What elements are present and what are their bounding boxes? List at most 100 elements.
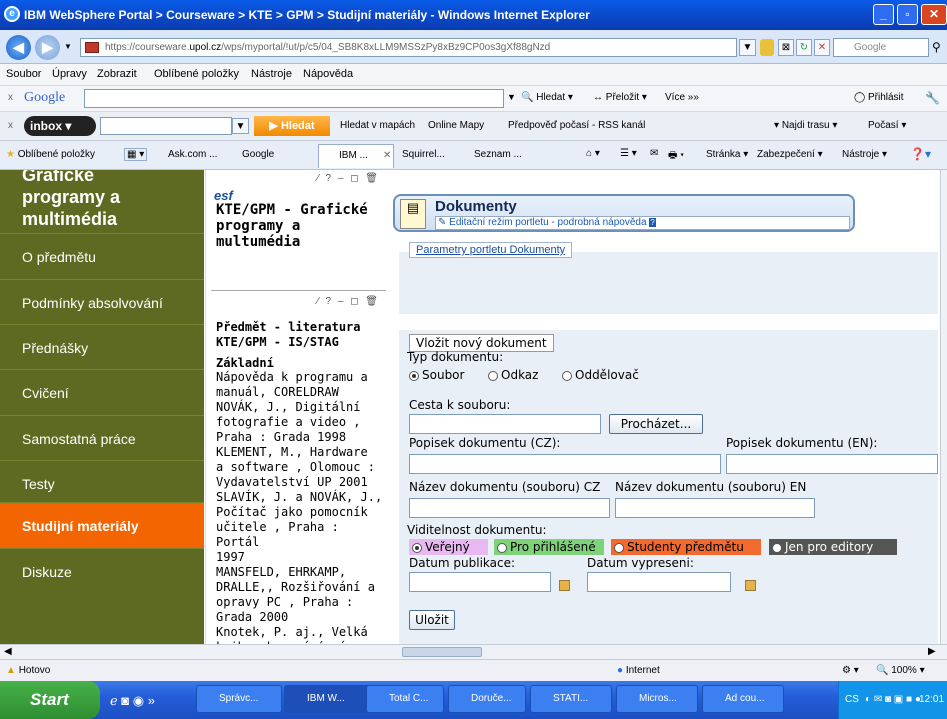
address-dropdown-icon[interactable]: ▼ — [739, 39, 756, 56]
expire-date-input[interactable] — [587, 572, 731, 592]
calendar-icon[interactable] — [559, 580, 570, 591]
file-path-input[interactable] — [409, 414, 601, 434]
task-3[interactable]: Total C... — [366, 685, 444, 713]
start-button[interactable]: Start — [0, 681, 100, 719]
google-close-icon[interactable]: x — [8, 92, 13, 103]
tab-ask[interactable]: Ask.com ... — [168, 149, 217, 160]
nav-item-about[interactable]: O předmětu — [0, 233, 204, 279]
translate-button[interactable]: ↔ Přeložit ▾ — [593, 92, 647, 103]
google-search-button[interactable]: 🔍 Hledat ▾ — [521, 92, 573, 103]
help-icon[interactable]: ❓▾ — [910, 147, 931, 161]
forward-button[interactable]: ▶ — [35, 35, 60, 60]
inbox-close-icon[interactable]: x — [8, 120, 13, 131]
task-4[interactable]: Doruče... — [448, 685, 526, 713]
name-en-input[interactable] — [615, 498, 815, 518]
scroll-right-icon[interactable]: ▶ — [928, 646, 936, 657]
maximize-button[interactable]: ▫ — [897, 4, 918, 25]
back-button[interactable]: ◀ — [6, 35, 31, 60]
task-1[interactable]: Správc... — [196, 685, 282, 713]
search-input[interactable]: Google — [833, 38, 929, 57]
nav-item-discussion[interactable]: Diskuze — [0, 548, 204, 594]
menu-help[interactable]: Nápověda — [303, 68, 353, 80]
tab-close-icon[interactable]: ✕ — [383, 150, 391, 161]
home-icon[interactable]: ⌂ ▾ — [586, 148, 600, 159]
desc-cz-input[interactable] — [409, 454, 721, 474]
tab-google[interactable]: Google — [242, 149, 274, 160]
task-5[interactable]: STATI... — [530, 685, 612, 713]
type-radio-file[interactable]: Soubor — [409, 368, 464, 382]
type-radio-link[interactable]: Odkaz — [488, 368, 538, 382]
visibility-logged-in[interactable]: Pro přihlášené — [494, 539, 604, 555]
more-button[interactable]: Více »» — [665, 92, 699, 103]
save-button[interactable]: Uložit — [409, 610, 455, 630]
nav-item-study-materials[interactable]: Studijní materiály — [0, 502, 204, 548]
compat-icon[interactable]: ⊠ — [778, 39, 794, 56]
task-7[interactable]: Ad cou... — [702, 685, 784, 713]
quick-tabs-icon[interactable]: ▦ ▾ — [124, 148, 148, 161]
tab-ibm-active[interactable]: IBM ... ✕ — [318, 144, 394, 168]
visibility-students[interactable]: Studenty předmětu — [611, 539, 761, 555]
scroll-thumb[interactable] — [402, 647, 482, 657]
google-dropdown-icon[interactable]: ▼ — [507, 92, 516, 102]
address-input[interactable]: https://courseware.upol.cz/wps/myportal/… — [80, 38, 737, 57]
menu-edit[interactable]: Úpravy — [52, 68, 87, 80]
link-route[interactable]: ▾ Najdi trasu ▾ — [774, 120, 837, 131]
google-search-input[interactable] — [84, 89, 504, 108]
link-weather[interactable]: Počasí ▾ — [868, 120, 906, 131]
desc-en-input[interactable] — [726, 454, 938, 474]
quicklaunch-icons[interactable]: ℯ ◙ ◉ » — [110, 693, 155, 709]
task-2[interactable]: IBM W... — [284, 685, 370, 713]
refresh-icon[interactable]: ↻ — [796, 39, 812, 56]
tools-menu[interactable]: Nástroje ▾ — [842, 149, 887, 160]
print-icon[interactable]: 🖶 ▾ — [668, 148, 684, 165]
menu-file[interactable]: Soubor — [6, 68, 41, 80]
signin-button[interactable]: ◯ Přihlásit — [854, 92, 904, 103]
stop-icon[interactable]: ✕ — [814, 39, 830, 56]
close-button[interactable]: ✕ — [921, 4, 947, 25]
nav-item-requirements[interactable]: Podmínky absolvování — [0, 279, 204, 325]
nav-item-tests[interactable]: Testy — [0, 460, 204, 506]
menu-view[interactable]: Zobrazit — [97, 68, 137, 80]
feeds-icon[interactable]: ☰ ▾ — [620, 148, 637, 159]
link-weather-rss[interactable]: Předpověď počasí - RSS kanál — [508, 120, 645, 131]
inbox-logo[interactable]: inbox ▾ — [24, 116, 96, 136]
link-online-maps[interactable]: Online Mapy — [428, 120, 484, 131]
edit-mode-help-link[interactable]: ✎ Editační režim portletu - podrobná náp… — [435, 216, 850, 230]
mail-icon[interactable]: ✉ — [650, 148, 658, 159]
visibility-editors[interactable]: Jen pro editory — [769, 539, 897, 555]
nav-item-lectures[interactable]: Přednášky — [0, 324, 204, 370]
menu-favorites[interactable]: Oblíbené položky — [154, 68, 239, 80]
visibility-public[interactable]: Veřejný — [409, 539, 488, 555]
publish-date-input[interactable] — [409, 572, 551, 592]
history-dropdown-icon[interactable]: ▼ — [64, 42, 72, 51]
inbox-search-button[interactable]: ▶ Hledat — [254, 116, 330, 136]
inbox-search-input[interactable] — [100, 117, 232, 135]
search-icon[interactable]: ⚲ — [932, 40, 941, 54]
scroll-left-icon[interactable]: ◀ — [4, 646, 12, 657]
tab-squirrel[interactable]: Squirrel... — [402, 149, 445, 160]
nav-item-self-work[interactable]: Samostatná práce — [0, 415, 204, 461]
browse-button[interactable]: Procházet... — [609, 414, 703, 434]
vertical-scrollbar[interactable] — [940, 170, 947, 644]
link-maps[interactable]: Hledat v mapách — [340, 120, 415, 131]
task-6[interactable]: Micros... — [616, 685, 698, 713]
minimize-button[interactable]: _ — [873, 4, 894, 25]
page-menu[interactable]: Stránka ▾ — [706, 149, 748, 160]
inbox-dropdown-icon[interactable]: ▼ — [232, 118, 249, 134]
portlet1-controls[interactable]: ⁄ ? – ◻ 🗑 — [317, 173, 380, 184]
language-indicator[interactable]: CS — [845, 681, 859, 719]
wrench-icon[interactable]: 🔧 — [925, 91, 940, 105]
lock-icon[interactable] — [760, 39, 774, 56]
favorites-button[interactable]: ★ Oblíbené položky — [6, 149, 95, 160]
tab-seznam[interactable]: Seznam ... — [474, 149, 522, 160]
type-radio-separator[interactable]: Oddělovač — [562, 368, 639, 382]
tray-icons[interactable]: ◐ ✉ ◙ ▣ ■ ● — [865, 681, 921, 719]
calendar-icon[interactable] — [745, 580, 756, 591]
safety-menu[interactable]: Zabezpečení ▾ — [757, 149, 823, 160]
nav-item-exercises[interactable]: Cvičení — [0, 369, 204, 415]
horizontal-scrollbar[interactable]: ◀ ▶ — [0, 644, 947, 659]
params-link[interactable]: Parametry portletu Dokumenty — [409, 242, 573, 258]
zoom-level[interactable]: 🔍 100% ▾ — [876, 665, 925, 676]
name-cz-input[interactable] — [409, 498, 610, 518]
menu-tools[interactable]: Nástroje — [251, 68, 292, 80]
